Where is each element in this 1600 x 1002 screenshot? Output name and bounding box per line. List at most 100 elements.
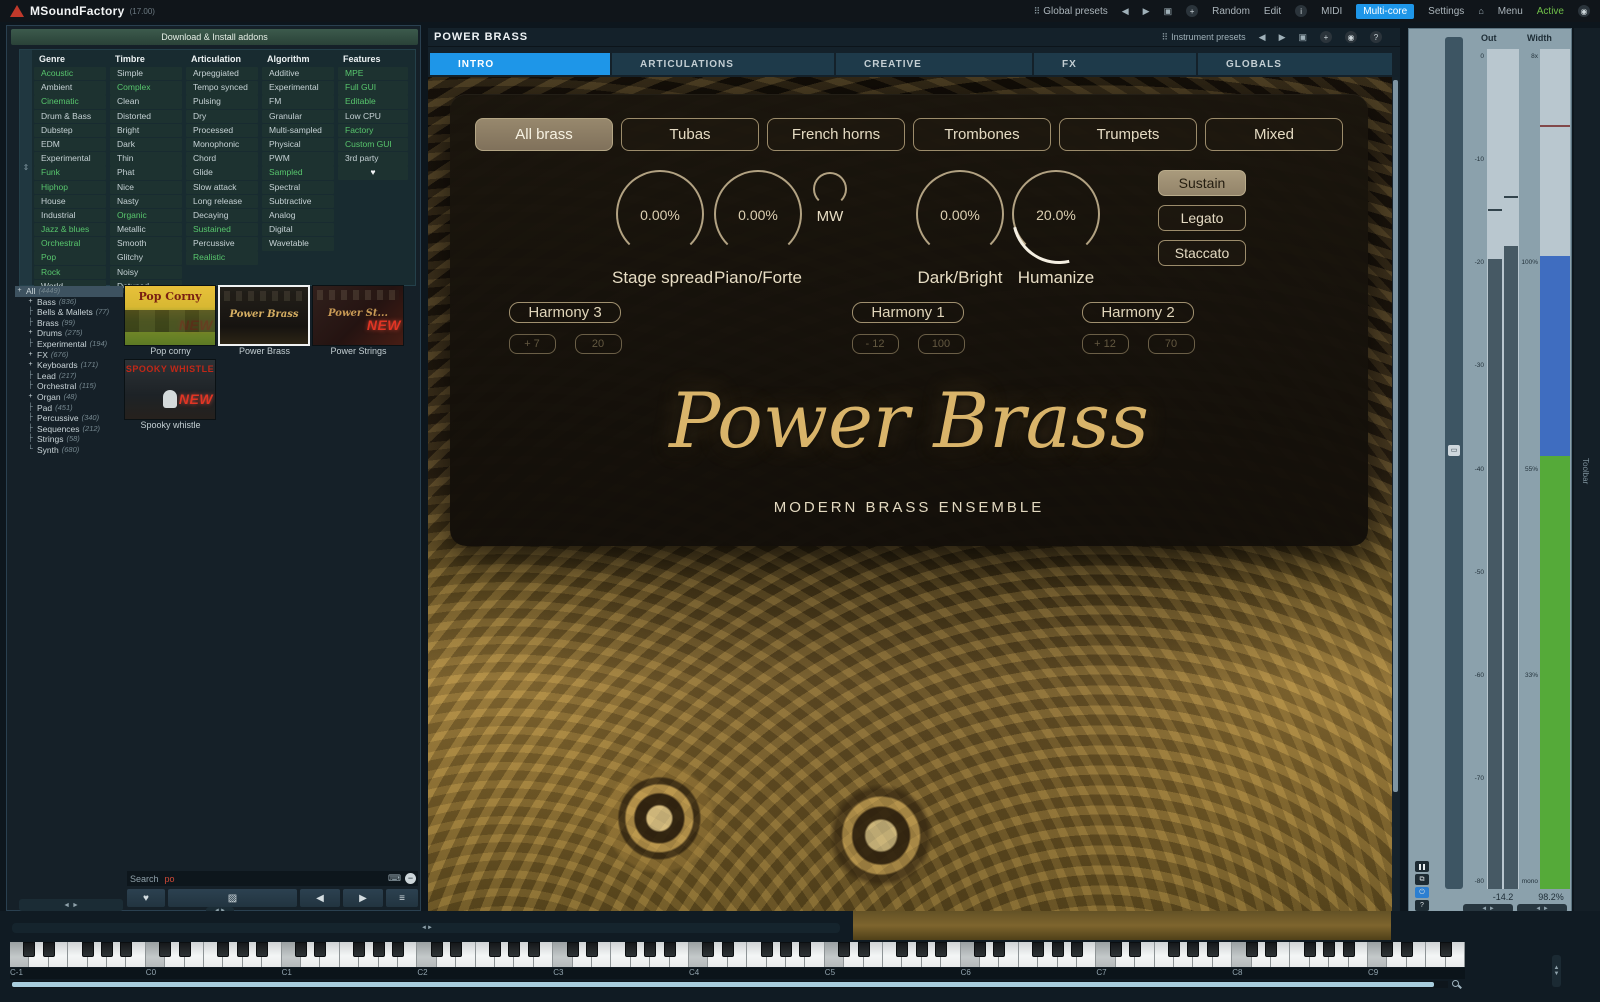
black-key[interactable] — [722, 942, 734, 957]
black-key[interactable] — [799, 942, 811, 957]
tree-item[interactable]: + Drums (275) — [15, 328, 123, 339]
black-key[interactable] — [450, 942, 462, 957]
filter-item[interactable]: Wavetable — [262, 237, 334, 250]
filter-item[interactable]: Arpeggiated — [186, 67, 258, 80]
tab[interactable]: CREATIVE — [836, 53, 1032, 75]
detach-icon[interactable]: ⧉ — [1415, 874, 1429, 885]
black-key[interactable] — [858, 942, 870, 957]
filter-item[interactable]: Funk — [34, 166, 106, 179]
black-key[interactable] — [1071, 942, 1083, 957]
info-icon[interactable]: i — [1295, 5, 1307, 17]
filter-item[interactable]: Subtractive — [262, 195, 334, 208]
section-button[interactable]: Trombones — [913, 118, 1051, 151]
filter-item[interactable]: Ambient — [34, 81, 106, 94]
filter-item[interactable]: Phat — [110, 166, 182, 179]
harmony-button[interactable]: Harmony 3 — [509, 302, 621, 323]
harmony-button[interactable]: Harmony 1 — [852, 302, 964, 323]
filter-item[interactable]: Percussive — [186, 237, 258, 250]
filter-item[interactable]: Cinematic — [34, 95, 106, 108]
pause-icon[interactable] — [1415, 861, 1429, 872]
black-key[interactable] — [702, 942, 714, 957]
filter-item[interactable]: Dry — [186, 110, 258, 123]
filters-resize-handle[interactable]: ⇕ — [20, 50, 32, 285]
black-key[interactable] — [43, 942, 55, 957]
articulation-button[interactable]: Sustain — [1158, 170, 1246, 196]
save-icon[interactable]: ▣ — [1298, 32, 1307, 43]
black-key[interactable] — [916, 942, 928, 957]
keyboard-resize-handle[interactable]: ▲▼ — [1552, 955, 1561, 987]
filter-item[interactable]: Clean — [110, 95, 182, 108]
black-key[interactable] — [489, 942, 501, 957]
black-key[interactable] — [528, 942, 540, 957]
previous-button[interactable]: ◀ — [300, 889, 340, 907]
filter-item[interactable]: Custom GUI — [338, 138, 408, 151]
tree-item[interactable]: ├ Bells & Mallets (77) — [15, 307, 123, 318]
tree-item[interactable]: ├ Experimental (194) — [15, 339, 123, 350]
filter-item[interactable]: Sustained — [186, 223, 258, 236]
next-button[interactable]: ▶ — [343, 889, 383, 907]
section-button[interactable]: Trumpets — [1059, 118, 1197, 151]
filter-item[interactable]: Metallic — [110, 223, 182, 236]
preset-thumbnail[interactable]: SPOOKY WHISTLE NEW Spooky whistle — [124, 359, 217, 431]
black-key[interactable] — [1168, 942, 1180, 957]
filter-item[interactable]: Decaying — [186, 209, 258, 222]
knob[interactable]: 0.00% Dark/Bright — [912, 170, 1008, 288]
filter-item[interactable]: EDM — [34, 138, 106, 151]
filter-item[interactable]: Realistic — [186, 251, 258, 264]
black-key[interactable] — [431, 942, 443, 957]
save-icon[interactable]: ▣ — [1164, 6, 1173, 17]
filter-item[interactable]: Processed — [186, 124, 258, 137]
tree-item[interactable]: ├ Brass (99) — [15, 318, 123, 329]
tab[interactable]: INTRO — [430, 53, 610, 75]
help-icon[interactable]: ? — [1415, 900, 1429, 911]
tree-resize-handle[interactable]: ◄ ► — [19, 899, 123, 911]
filter-item[interactable]: Full GUI — [338, 81, 408, 94]
settings-button[interactable]: Settings — [1428, 6, 1464, 17]
filter-item[interactable]: FM — [262, 95, 334, 108]
black-key[interactable] — [217, 942, 229, 957]
keyboard-scrollbar[interactable] — [12, 981, 1448, 988]
black-key[interactable] — [1110, 942, 1122, 957]
black-key[interactable] — [314, 942, 326, 957]
filter-item[interactable]: Tempo synced — [186, 81, 258, 94]
black-key[interactable] — [1265, 942, 1277, 957]
filter-item[interactable]: Experimental — [34, 152, 106, 165]
black-key[interactable] — [896, 942, 908, 957]
keyboard-zoom-icon[interactable] — [1452, 980, 1462, 990]
filter-item[interactable]: Complex — [110, 81, 182, 94]
divider-handle[interactable]: ◄► — [416, 925, 438, 931]
black-key[interactable] — [1052, 942, 1064, 957]
black-key[interactable] — [993, 942, 1005, 957]
filter-item[interactable]: Noisy — [110, 266, 182, 279]
tab[interactable]: FX — [1034, 53, 1196, 75]
harmony-button[interactable]: Harmony 2 — [1082, 302, 1194, 323]
fader-grip[interactable]: ▭ — [1448, 445, 1460, 456]
filter-item[interactable]: Organic — [110, 209, 182, 222]
add-icon[interactable]: + — [1186, 5, 1198, 17]
black-key[interactable] — [1401, 942, 1413, 957]
add-icon[interactable]: + — [1320, 31, 1332, 43]
section-button[interactable]: Tubas — [621, 118, 759, 151]
global-presets-button[interactable]: ⠿Global presets — [1034, 6, 1108, 17]
filter-item[interactable]: Jazz & blues — [34, 223, 106, 236]
filter-item[interactable]: Industrial — [34, 209, 106, 222]
black-key[interactable] — [1129, 942, 1141, 957]
power-icon[interactable]: ⏻ — [1415, 887, 1429, 898]
tree-item[interactable]: + Organ (48) — [15, 392, 123, 403]
preset-thumbnail[interactable]: Power Brass NEW Power Brass — [218, 285, 311, 357]
black-key[interactable] — [373, 942, 385, 957]
harmony-transpose-button[interactable]: - 12 — [852, 334, 899, 354]
black-key[interactable] — [1440, 942, 1452, 957]
piano-keyboard[interactable] — [10, 942, 1465, 967]
knob[interactable]: 20.0% Humanize — [1008, 170, 1104, 288]
filter-item[interactable]: Monophonic — [186, 138, 258, 151]
filter-item[interactable]: Distorted — [110, 110, 182, 123]
menu-button[interactable]: Menu — [1498, 6, 1523, 17]
harmony-transpose-button[interactable]: + 12 — [1082, 334, 1129, 354]
tree-item[interactable]: ├ Sequences (212) — [15, 424, 123, 435]
out-meter[interactable] — [1487, 49, 1519, 889]
filter-item[interactable]: Factory — [338, 124, 408, 137]
black-key[interactable] — [392, 942, 404, 957]
black-key[interactable] — [82, 942, 94, 957]
filter-item[interactable]: 3rd party — [338, 152, 408, 165]
